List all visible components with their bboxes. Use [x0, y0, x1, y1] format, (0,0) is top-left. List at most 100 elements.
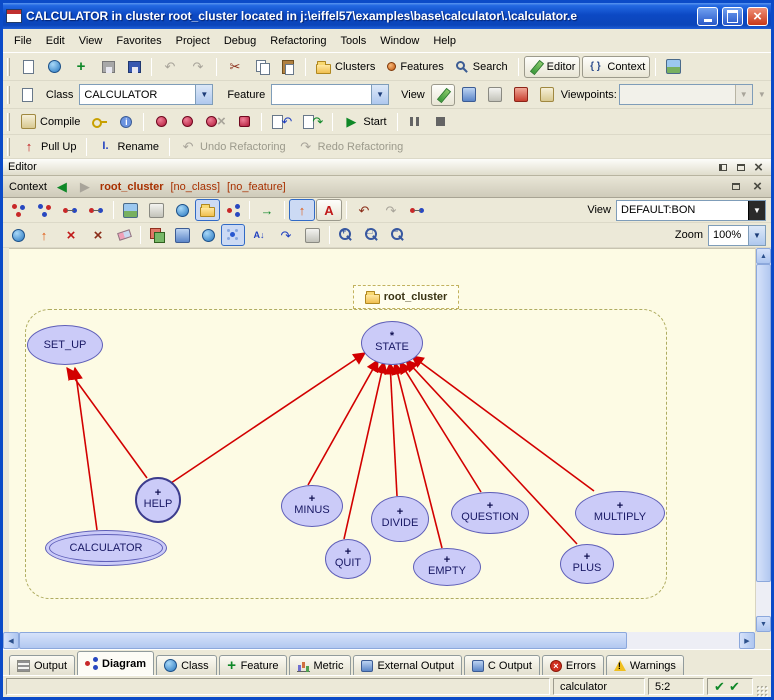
precompile-key-button[interactable]: [87, 111, 112, 133]
search-button[interactable]: Search: [451, 56, 513, 78]
undo-refactoring-button[interactable]: Undo Refactoring: [175, 136, 291, 158]
center-diagram-button[interactable]: [196, 224, 220, 246]
toolbar-overflow-chevron-icon[interactable]: [755, 87, 769, 103]
save-button[interactable]: [96, 56, 120, 78]
diagram-node-help[interactable]: + HELP: [135, 477, 181, 523]
horizontal-scrollbar[interactable]: ◀ ▶: [3, 632, 771, 649]
horizontal-scroll-thumb[interactable]: [19, 632, 627, 649]
menu-tools[interactable]: Tools: [334, 31, 374, 51]
open-in-browser-button[interactable]: [170, 199, 194, 221]
diagram-view-combo-arrow-icon[interactable]: ▼: [748, 201, 765, 220]
zoom-out-button[interactable]: −: [386, 224, 411, 246]
redo-refactoring-button[interactable]: Redo Refactoring: [293, 136, 409, 158]
view-interface-button[interactable]: [509, 84, 533, 106]
diagram-node-divide[interactable]: + DIVIDE: [371, 496, 429, 542]
menu-debug[interactable]: Debug: [217, 31, 263, 51]
features-button[interactable]: Features: [382, 56, 448, 78]
tab-class[interactable]: Class: [156, 655, 217, 675]
reset-layout-button[interactable]: [145, 224, 169, 246]
client-link-tool-button[interactable]: [6, 199, 31, 221]
jump-in-button[interactable]: [298, 111, 327, 133]
aggregate-link-tool-button[interactable]: [58, 199, 83, 221]
tab-c-output[interactable]: C Output: [464, 655, 540, 675]
tab-feature[interactable]: Feature: [219, 655, 287, 675]
minimize-button[interactable]: [697, 7, 718, 26]
inheritance-link-tool-button[interactable]: [32, 199, 57, 221]
melt-button[interactable]: [149, 111, 173, 133]
scroll-right-icon[interactable]: ▶: [739, 632, 755, 649]
external-editor-button[interactable]: [661, 56, 686, 78]
copy-button[interactable]: [250, 56, 274, 78]
fit-tool-button[interactable]: [300, 224, 325, 246]
menu-project[interactable]: Project: [169, 31, 217, 51]
feature-combo[interactable]: ▼: [271, 84, 389, 105]
feature-combo-arrow-icon[interactable]: ▼: [371, 85, 388, 104]
open-button[interactable]: [42, 56, 66, 78]
new-file-button[interactable]: [16, 56, 40, 78]
vertical-scrollbar[interactable]: ▲ ▼: [755, 248, 771, 632]
cut-button[interactable]: [222, 56, 248, 78]
class-view-toggle-button[interactable]: [221, 199, 245, 221]
diagram-node-calculator[interactable]: CALCULATOR: [45, 530, 167, 566]
freeze-button[interactable]: [175, 111, 199, 133]
force-directed-toggle-button[interactable]: [221, 224, 245, 246]
class-history-button[interactable]: [16, 84, 40, 106]
redo-button[interactable]: [185, 56, 211, 78]
context-toggle-button[interactable]: Context: [582, 56, 650, 78]
compile-button[interactable]: Compile: [16, 111, 85, 133]
diagram-node-quit[interactable]: + QUIT: [325, 539, 371, 579]
text-labels-toggle-button[interactable]: [316, 199, 342, 221]
cluster-view-toggle-button[interactable]: [195, 199, 220, 221]
rename-button[interactable]: Rename: [92, 136, 164, 158]
menu-refactoring[interactable]: Refactoring: [263, 31, 333, 51]
viewpoints-combo[interactable]: ▼: [619, 84, 753, 105]
menu-favorites[interactable]: Favorites: [109, 31, 168, 51]
view-editor-button[interactable]: [431, 84, 455, 106]
discover-melt-button[interactable]: [232, 111, 256, 133]
erase-tool-button[interactable]: [112, 224, 136, 246]
diagram-node-minus[interactable]: + MINUS: [281, 485, 343, 527]
diagram-node-state[interactable]: * STATE: [361, 321, 423, 365]
toolbar-grip[interactable]: [7, 138, 10, 156]
association-link-tool-button[interactable]: [84, 199, 109, 221]
link-tool-button[interactable]: [405, 199, 430, 221]
crop-tool-button[interactable]: [273, 224, 299, 246]
history-forward-icon[interactable]: [77, 179, 93, 195]
tab-external-output[interactable]: External Output: [353, 655, 461, 675]
print-diagram-button[interactable]: [144, 199, 169, 221]
toolbar-grip[interactable]: [7, 86, 10, 104]
diagram-node-multiply[interactable]: + MULTIPLY: [575, 491, 665, 535]
pull-up-button[interactable]: Pull Up: [16, 136, 81, 158]
tab-errors[interactable]: Errors: [542, 655, 604, 675]
diagram-view-combo[interactable]: DEFAULT:BON ▼: [616, 200, 766, 221]
undock-pane-button[interactable]: [715, 161, 730, 174]
maximize-button[interactable]: [722, 7, 743, 26]
tab-output[interactable]: Output: [9, 655, 75, 675]
zoom-fit-button[interactable]: □: [360, 224, 385, 246]
paste-button[interactable]: [276, 56, 300, 78]
vertical-scroll-thumb[interactable]: [756, 264, 771, 582]
menu-file[interactable]: File: [7, 31, 39, 51]
save-all-button[interactable]: [122, 56, 146, 78]
menu-view[interactable]: View: [72, 31, 110, 51]
maximize-context-button[interactable]: [728, 180, 743, 193]
put-handle-tool-button[interactable]: [31, 224, 57, 246]
zoom-combo-arrow-icon[interactable]: ▼: [748, 226, 765, 245]
close-context-button[interactable]: [750, 180, 765, 193]
close-pane-button[interactable]: [751, 161, 766, 174]
horizontal-scroll-track[interactable]: [627, 632, 739, 649]
menu-window[interactable]: Window: [373, 31, 426, 51]
diagram-node-question[interactable]: + QUESTION: [451, 492, 529, 534]
pause-button[interactable]: [403, 111, 427, 133]
jump-out-button[interactable]: [267, 111, 296, 133]
diagram-undo-button[interactable]: [351, 199, 377, 221]
cluster-label-root-cluster[interactable]: root_cluster: [353, 285, 459, 309]
remove-anchor-tool-button[interactable]: [85, 224, 111, 246]
scroll-down-icon[interactable]: ▼: [756, 616, 771, 632]
context-cluster-name[interactable]: root_cluster: [100, 181, 164, 193]
show-ancestors-button[interactable]: [289, 199, 315, 221]
editor-toggle-button[interactable]: Editor: [524, 56, 581, 78]
class-combo-arrow-icon[interactable]: ▼: [195, 85, 212, 104]
undo-button[interactable]: [157, 56, 183, 78]
relayout-button[interactable]: [170, 224, 195, 246]
